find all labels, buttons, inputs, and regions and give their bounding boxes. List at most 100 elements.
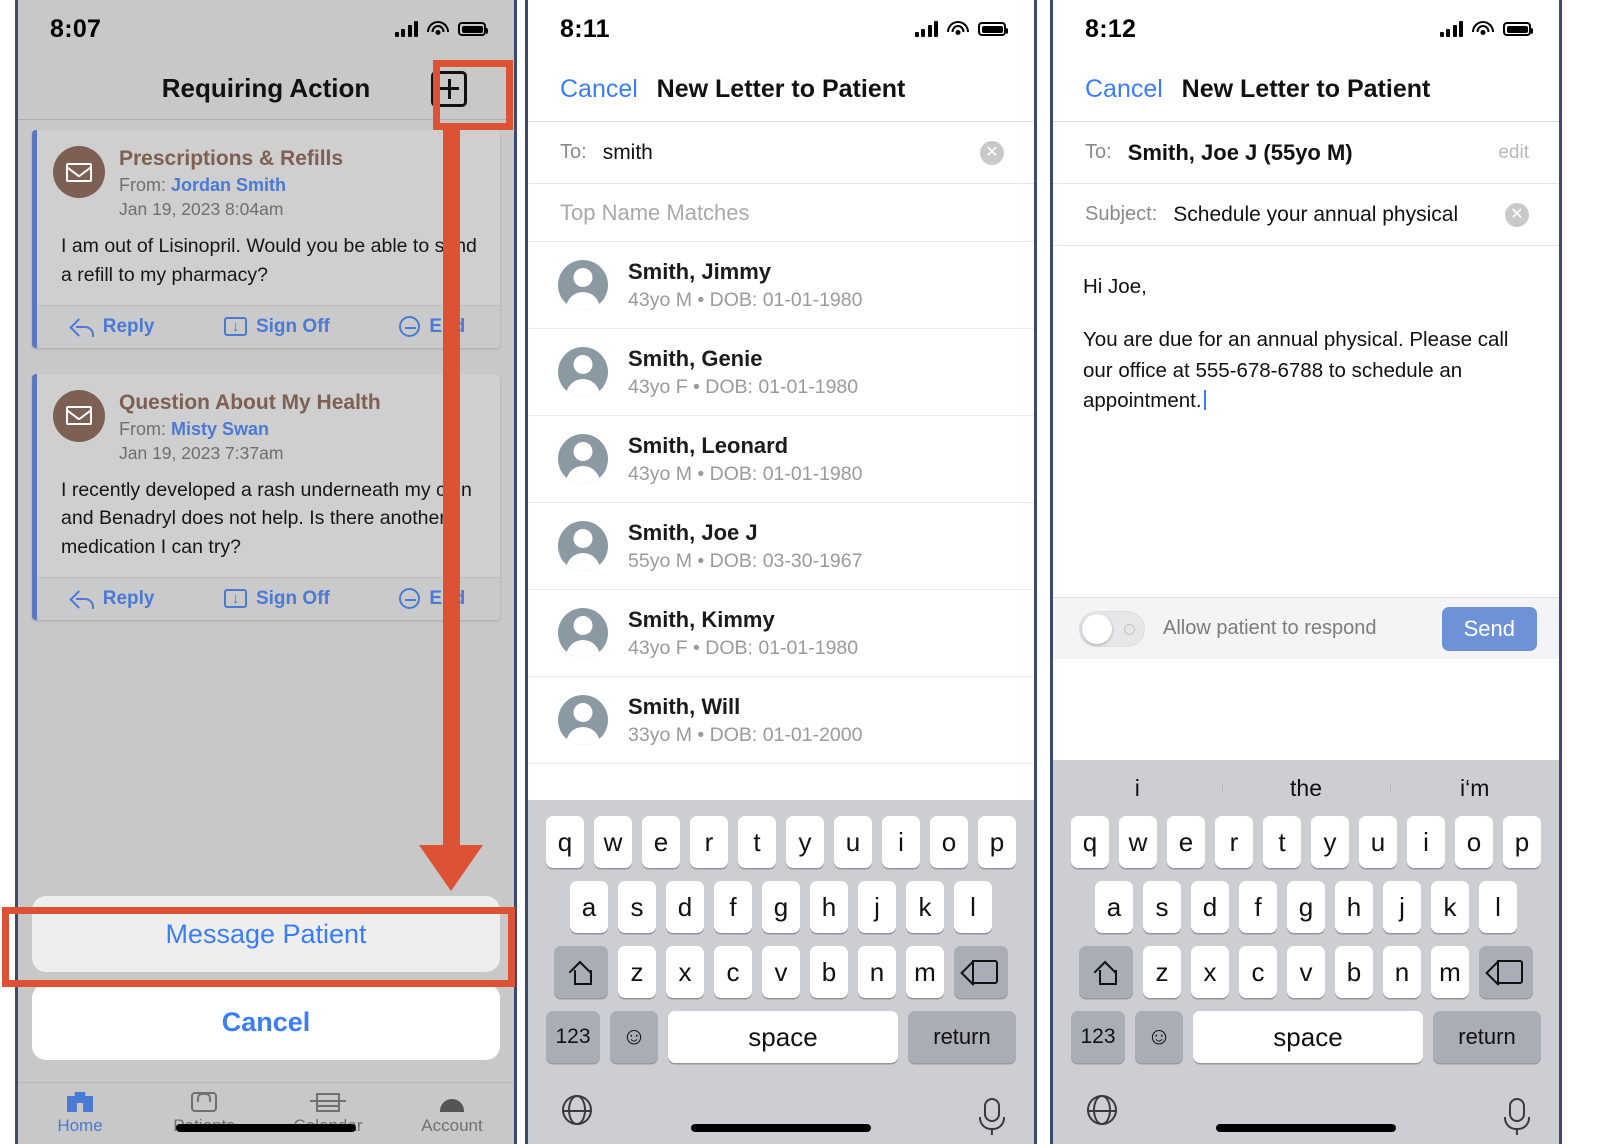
key-a[interactable]: a bbox=[1095, 881, 1133, 933]
key-j[interactable]: j bbox=[1383, 881, 1421, 933]
end-button[interactable]: End bbox=[399, 588, 465, 610]
list-item[interactable]: Prescriptions & Refills From: Jordan Smi… bbox=[32, 130, 500, 348]
predictive-suggestion[interactable]: the bbox=[1221, 775, 1391, 802]
key-j[interactable]: j bbox=[858, 881, 896, 933]
key-y[interactable]: y bbox=[786, 816, 824, 868]
from-name[interactable]: Misty Swan bbox=[171, 419, 269, 439]
key-k[interactable]: k bbox=[906, 881, 944, 933]
key-d[interactable]: d bbox=[1191, 881, 1229, 933]
list-item[interactable]: Smith, Joe J 55yo M • DOB: 03-30-1967 bbox=[528, 503, 1034, 590]
list-item[interactable]: Smith, Jimmy 43yo M • DOB: 01-01-1980 bbox=[528, 242, 1034, 329]
backspace-icon[interactable] bbox=[954, 946, 1008, 998]
shift-icon[interactable] bbox=[1079, 946, 1133, 998]
key-p[interactable]: p bbox=[1503, 816, 1541, 868]
tab-account[interactable]: Account bbox=[390, 1083, 514, 1144]
clear-circle-icon[interactable]: ✕ bbox=[1505, 202, 1529, 227]
clear-circle-icon[interactable]: ✕ bbox=[980, 140, 1004, 165]
list-item[interactable]: Smith, Leonard 43yo M • DOB: 01-01-1980 bbox=[528, 416, 1034, 503]
key-o[interactable]: o bbox=[930, 816, 968, 868]
cancel-button[interactable]: Cancel bbox=[1085, 75, 1163, 104]
key-h[interactable]: h bbox=[1335, 881, 1373, 933]
shift-icon[interactable] bbox=[554, 946, 608, 998]
letter-body-editor[interactable]: Hi Joe, You are due for an annual physic… bbox=[1053, 246, 1559, 417]
predictive-suggestion[interactable]: i‘m bbox=[1390, 775, 1559, 802]
key-m[interactable]: m bbox=[906, 946, 944, 998]
key-m[interactable]: m bbox=[1431, 946, 1469, 998]
key-n[interactable]: n bbox=[1383, 946, 1421, 998]
emoji-icon[interactable]: ☺ bbox=[1135, 1011, 1183, 1063]
key-v[interactable]: v bbox=[1287, 946, 1325, 998]
key-z[interactable]: z bbox=[618, 946, 656, 998]
list-item[interactable]: Question About My Health From: Misty Swa… bbox=[32, 373, 500, 620]
sign-off-button[interactable]: Sign Off bbox=[223, 316, 330, 338]
to-field-row[interactable]: To: smith ✕ bbox=[528, 122, 1034, 184]
list-item[interactable]: Smith, Genie 43yo F • DOB: 01-01-1980 bbox=[528, 329, 1034, 416]
key-x[interactable]: x bbox=[1191, 946, 1229, 998]
key-a[interactable]: a bbox=[570, 881, 608, 933]
key-x[interactable]: x bbox=[666, 946, 704, 998]
key-r[interactable]: r bbox=[690, 816, 728, 868]
list-item[interactable]: Smith, Will 33yo M • DOB: 01-01-2000 bbox=[528, 677, 1034, 764]
key-u[interactable]: u bbox=[834, 816, 872, 868]
key-d[interactable]: d bbox=[666, 881, 704, 933]
plus-square-icon[interactable] bbox=[431, 70, 467, 107]
cancel-button[interactable]: Cancel bbox=[560, 75, 638, 104]
space-key[interactable]: space bbox=[668, 1011, 898, 1063]
key-h[interactable]: h bbox=[810, 881, 848, 933]
key-p[interactable]: p bbox=[978, 816, 1016, 868]
reply-button[interactable]: Reply bbox=[72, 588, 154, 610]
key-y[interactable]: y bbox=[1311, 816, 1349, 868]
key-g[interactable]: g bbox=[762, 881, 800, 933]
tab-patients[interactable]: Patients bbox=[142, 1083, 266, 1144]
key-s[interactable]: s bbox=[618, 881, 656, 933]
key-w[interactable]: w bbox=[594, 816, 632, 868]
key-c[interactable]: c bbox=[714, 946, 752, 998]
key-c[interactable]: c bbox=[1239, 946, 1277, 998]
key-n[interactable]: n bbox=[858, 946, 896, 998]
microphone-icon[interactable] bbox=[979, 1098, 1005, 1130]
to-input[interactable]: smith bbox=[603, 141, 653, 165]
key-g[interactable]: g bbox=[1287, 881, 1325, 933]
return-key[interactable]: return bbox=[1433, 1011, 1541, 1063]
key-b[interactable]: b bbox=[1335, 946, 1373, 998]
numeric-key[interactable]: 123 bbox=[546, 1011, 600, 1063]
send-button[interactable]: Send bbox=[1441, 606, 1537, 651]
sheet-cancel-button[interactable]: Cancel bbox=[32, 984, 500, 1060]
backspace-icon[interactable] bbox=[1479, 946, 1533, 998]
key-q[interactable]: q bbox=[546, 816, 584, 868]
subject-input[interactable]: Schedule your annual physical bbox=[1173, 203, 1458, 227]
key-v[interactable]: v bbox=[762, 946, 800, 998]
predictive-suggestion[interactable]: i bbox=[1053, 775, 1222, 802]
key-e[interactable]: e bbox=[1167, 816, 1205, 868]
key-z[interactable]: z bbox=[1143, 946, 1181, 998]
numeric-key[interactable]: 123 bbox=[1071, 1011, 1125, 1063]
key-l[interactable]: l bbox=[954, 881, 992, 933]
key-i[interactable]: i bbox=[1407, 816, 1445, 868]
edit-recipient-button[interactable]: edit bbox=[1498, 142, 1529, 164]
subject-field-row[interactable]: Subject: Schedule your annual physical ✕ bbox=[1053, 184, 1559, 246]
key-q[interactable]: q bbox=[1071, 816, 1109, 868]
reply-button[interactable]: Reply bbox=[72, 316, 154, 338]
key-u[interactable]: u bbox=[1359, 816, 1397, 868]
tab-calendar[interactable]: Calendar bbox=[266, 1083, 390, 1144]
key-l[interactable]: l bbox=[1479, 881, 1517, 933]
globe-icon[interactable] bbox=[1086, 1095, 1118, 1125]
tab-home[interactable]: Home bbox=[18, 1083, 142, 1144]
microphone-icon[interactable] bbox=[1504, 1098, 1530, 1130]
key-f[interactable]: f bbox=[714, 881, 752, 933]
key-r[interactable]: r bbox=[1215, 816, 1253, 868]
emoji-icon[interactable]: ☺ bbox=[610, 1011, 658, 1063]
key-f[interactable]: f bbox=[1239, 881, 1277, 933]
key-w[interactable]: w bbox=[1119, 816, 1157, 868]
from-name[interactable]: Jordan Smith bbox=[171, 175, 286, 195]
sign-off-button[interactable]: Sign Off bbox=[223, 588, 330, 610]
allow-respond-toggle[interactable] bbox=[1079, 610, 1145, 647]
message-patient-button[interactable]: Message Patient bbox=[32, 896, 500, 972]
key-o[interactable]: o bbox=[1455, 816, 1493, 868]
globe-icon[interactable] bbox=[561, 1095, 593, 1125]
key-k[interactable]: k bbox=[1431, 881, 1469, 933]
key-s[interactable]: s bbox=[1143, 881, 1181, 933]
space-key[interactable]: space bbox=[1193, 1011, 1423, 1063]
return-key[interactable]: return bbox=[908, 1011, 1016, 1063]
key-b[interactable]: b bbox=[810, 946, 848, 998]
